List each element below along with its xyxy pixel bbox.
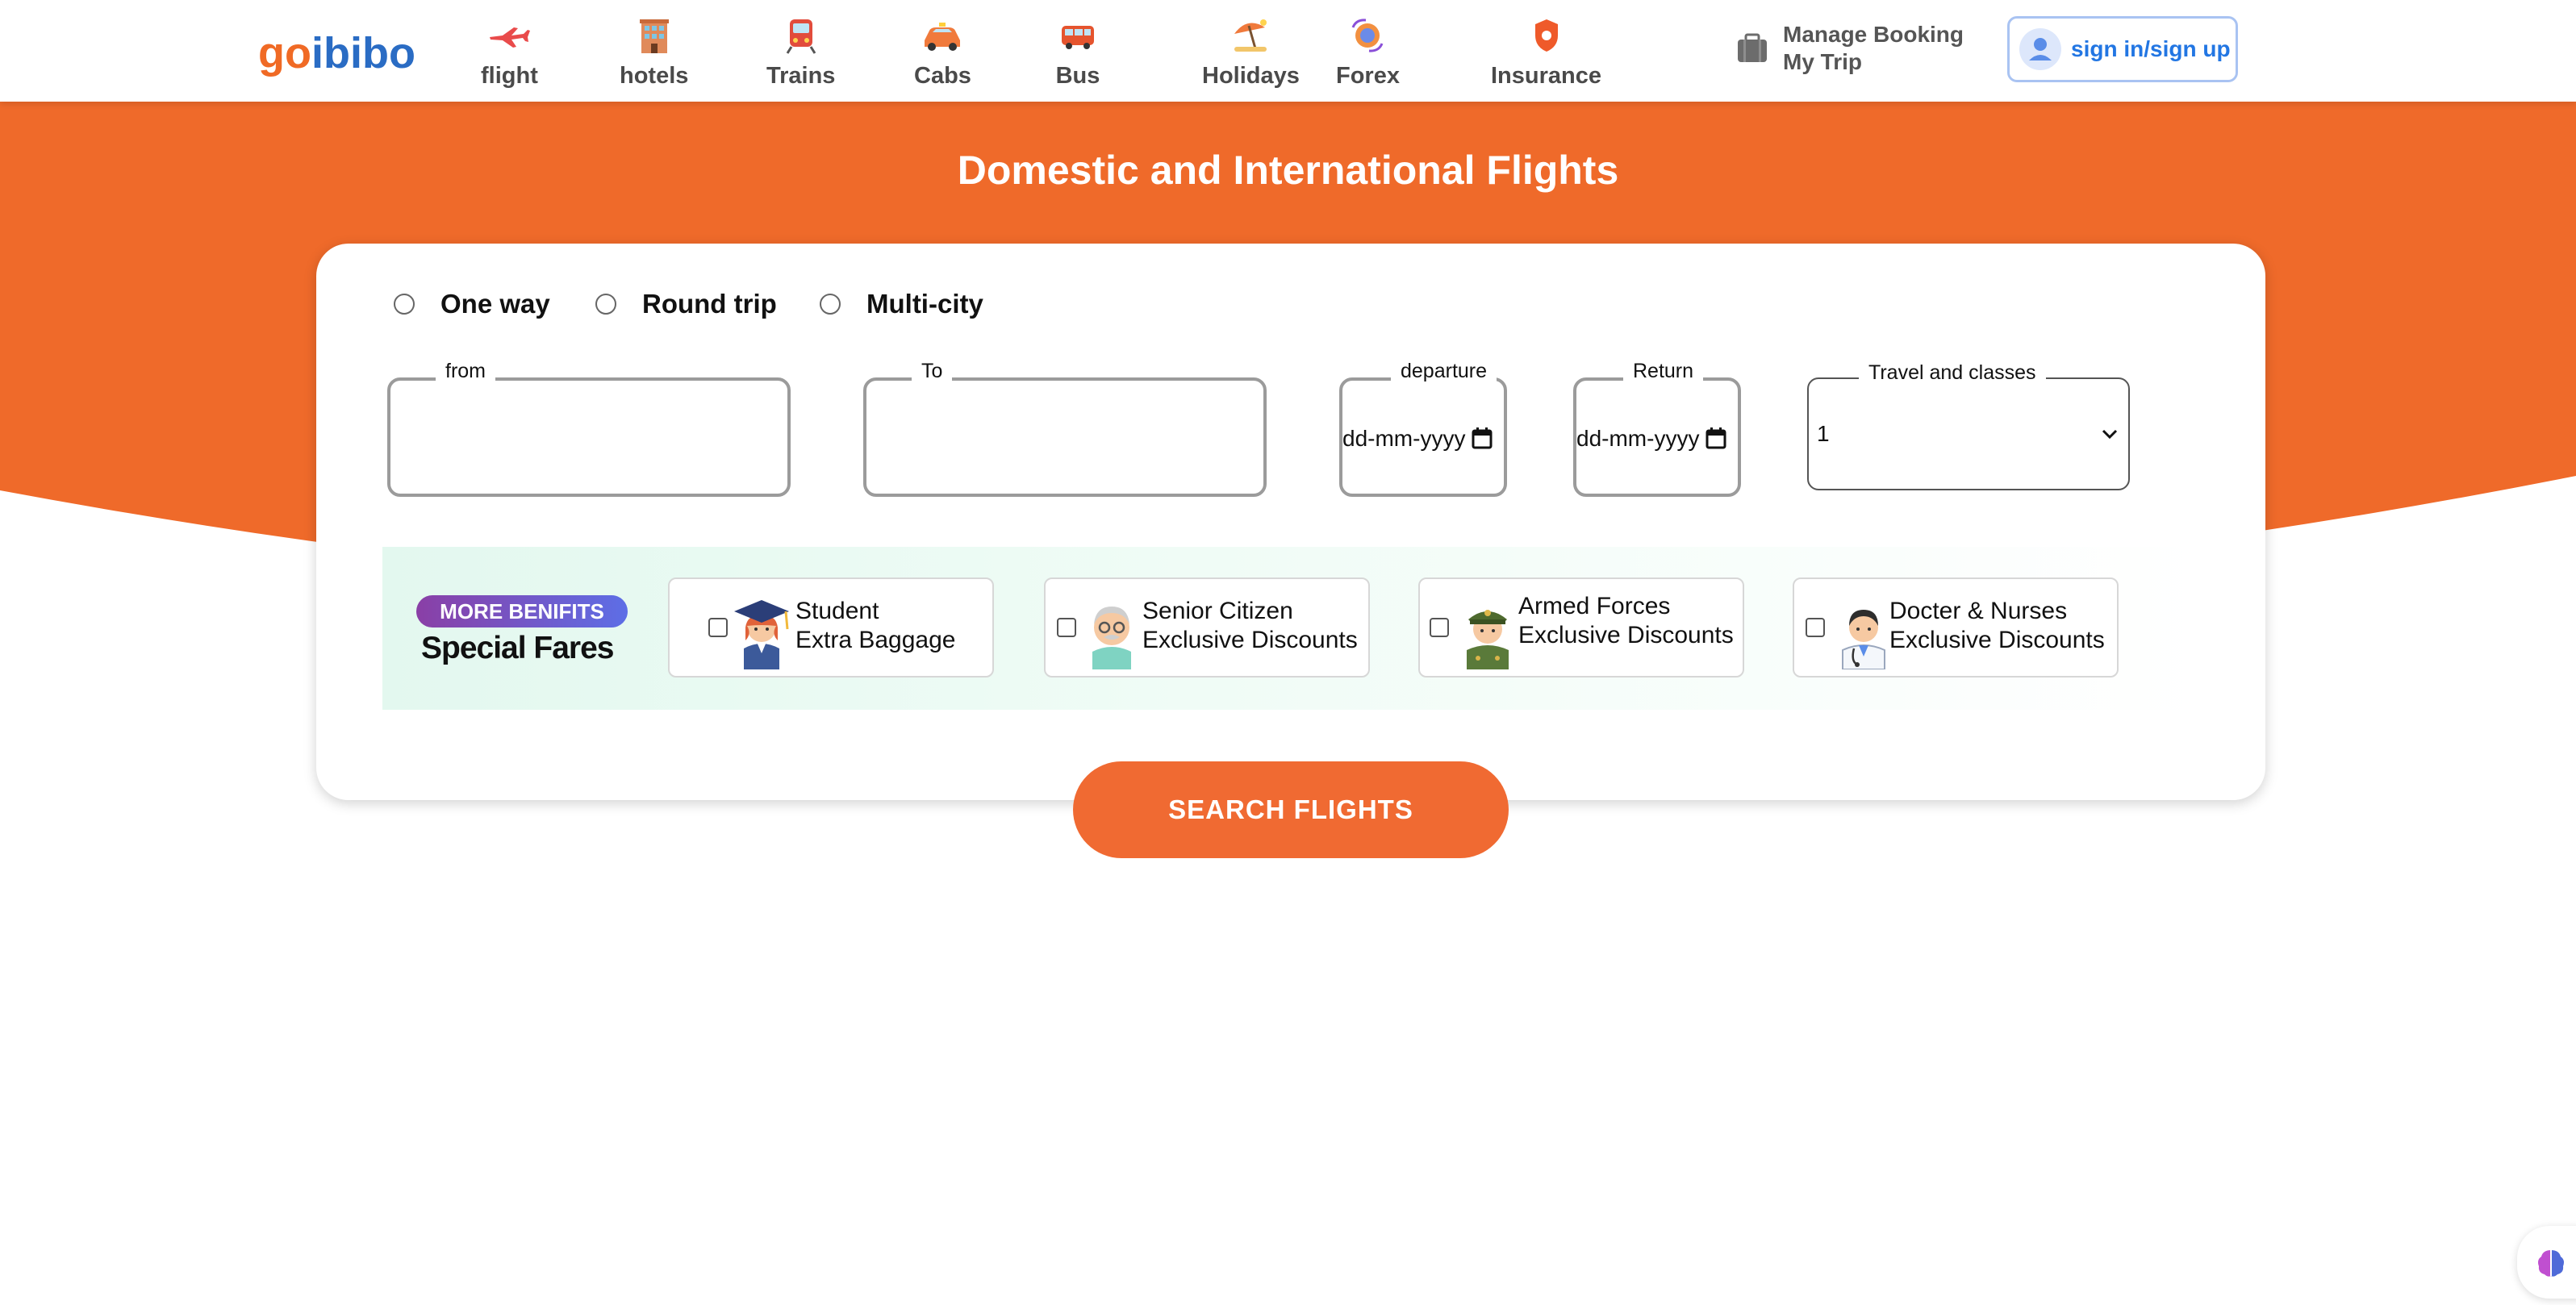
calendar-icon[interactable]	[1472, 427, 1493, 449]
travellers-class-value: 1	[1817, 421, 1830, 446]
departure-label: departure	[1391, 360, 1497, 383]
travellers-class-select[interactable]: Travel and classes 1	[1807, 361, 2130, 490]
logo-letter: o	[285, 29, 311, 77]
fare-option-student[interactable]: Student Extra Baggage	[668, 577, 994, 678]
to-field[interactable]: To	[863, 360, 1267, 497]
nav-item-forex[interactable]: Forex	[1336, 16, 1400, 90]
page-title: Domestic and International Flights	[957, 148, 1619, 193]
senior-citizen-avatar-icon	[1092, 607, 1131, 669]
doctors-nurses-checkbox[interactable]	[1806, 618, 1825, 637]
top-nav-bar: goibibo flight hotels Trains Cabs Bus Ho…	[0, 0, 2576, 102]
car-icon	[925, 23, 961, 51]
nav-item-holidays[interactable]: Holidays	[1202, 16, 1300, 90]
trip-type-one-way[interactable]: One way	[394, 289, 550, 319]
special-fares-panel: MORE BENIFITS Special Fares Student Extra…	[382, 547, 2201, 710]
nav-item-trains[interactable]: Trains	[766, 16, 835, 90]
sign-in-label: sign in/sign up	[2071, 36, 2231, 61]
fare-line-1: Docter & Nurses	[1889, 598, 2068, 624]
multi-city-radio[interactable]	[820, 294, 841, 315]
travellers-class-label: Travel and classes	[1859, 361, 2046, 385]
round-trip-radio[interactable]	[595, 294, 616, 315]
nav-label: hotels	[620, 63, 689, 89]
fare-option-doctors-nurses[interactable]: Docter & Nurses Exclusive Discounts	[1793, 577, 2119, 678]
bus-icon	[1062, 26, 1094, 49]
logo-letter: b	[362, 29, 390, 77]
brain-icon	[2538, 1250, 2564, 1277]
shield-icon	[1534, 19, 1558, 52]
doctor-avatar-icon	[1842, 610, 1885, 669]
flight-search-card: One way Round trip Multi-city from To de…	[316, 244, 2265, 800]
from-label: from	[436, 360, 495, 383]
logo-letter: i	[311, 29, 324, 77]
nav-label: Cabs	[914, 63, 971, 89]
nav-label: Forex	[1336, 63, 1400, 89]
soldier-avatar-icon	[1467, 610, 1509, 669]
nav-item-flight[interactable]: flight	[481, 16, 538, 90]
nav-label: Holidays	[1202, 63, 1300, 89]
nav-item-insurance[interactable]: Insurance	[1491, 16, 1601, 90]
manage-booking-link[interactable]: Manage Booking My Trip	[1735, 21, 1964, 76]
hotel-building-icon	[639, 19, 669, 53]
round-trip-label: Round trip	[642, 289, 777, 319]
beach-umbrella-icon	[1234, 19, 1267, 52]
fare-line-2: Exclusive Discounts	[1518, 622, 1734, 648]
chevron-down-icon	[2102, 429, 2118, 440]
fare-line-1: Armed Forces	[1518, 593, 1671, 619]
return-date-text: dd-mm-yyyy	[1576, 426, 1700, 451]
logo-letter: i	[350, 29, 363, 77]
nav-item-bus[interactable]: Bus	[1055, 16, 1100, 90]
nav-label: flight	[481, 63, 538, 89]
logo-letter: b	[324, 29, 351, 77]
student-checkbox[interactable]	[708, 618, 728, 637]
fare-option-senior-citizen[interactable]: Senior Citizen Exclusive Discounts	[1044, 577, 1370, 678]
logo-letter: g	[258, 29, 285, 77]
departure-date-text: dd-mm-yyyy	[1342, 426, 1466, 451]
return-date-value: dd-mm-yyyy	[1576, 426, 1726, 452]
senior-citizen-checkbox[interactable]	[1057, 618, 1076, 637]
armed-forces-checkbox[interactable]	[1430, 618, 1449, 637]
currency-exchange-icon	[1352, 19, 1384, 52]
nav-label: Trains	[766, 63, 836, 89]
fare-line-2: Extra Baggage	[795, 627, 956, 653]
nav-item-hotels[interactable]: hotels	[620, 16, 688, 90]
departure-date-field[interactable]: departure dd-mm-yyyy	[1339, 360, 1507, 497]
assistant-widget[interactable]	[2517, 1226, 2576, 1299]
return-label: Return	[1623, 360, 1704, 383]
fare-line-2: Exclusive Discounts	[1142, 627, 1358, 653]
fare-line-1: Senior Citizen	[1142, 598, 1293, 624]
trip-type-round-trip[interactable]: Round trip	[595, 289, 777, 319]
nav-label: Insurance	[1491, 63, 1601, 89]
one-way-radio[interactable]	[394, 294, 415, 315]
multi-city-label: Multi-city	[866, 289, 983, 319]
nav-item-cabs[interactable]: Cabs	[914, 16, 971, 90]
calendar-icon[interactable]	[1706, 427, 1726, 449]
train-icon	[786, 19, 816, 54]
fare-line-2: Exclusive Discounts	[1889, 627, 2105, 653]
fare-line-1: Student	[795, 598, 879, 624]
user-avatar-icon	[2019, 28, 2061, 70]
fare-option-armed-forces[interactable]: Armed Forces Exclusive Discounts	[1418, 577, 1744, 678]
logo-letter: o	[389, 29, 416, 77]
my-trip-label: My Trip	[1783, 49, 1863, 74]
trip-type-multi-city[interactable]: Multi-city	[820, 289, 983, 319]
manage-booking-label: Manage Booking	[1783, 22, 1964, 47]
search-flights-button[interactable]: SEARCH FLIGHTS	[1073, 761, 1509, 858]
sign-in-button[interactable]: sign in/sign up	[2007, 16, 2238, 82]
special-fares-title: Special Fares	[421, 631, 614, 665]
student-avatar-icon	[734, 600, 789, 669]
to-label: To	[912, 360, 953, 383]
return-date-field[interactable]: Return dd-mm-yyyy	[1573, 360, 1741, 497]
one-way-label: One way	[440, 289, 550, 319]
nav-label: Bus	[1055, 63, 1100, 89]
briefcase-icon	[1738, 33, 1767, 62]
more-benefits-badge: MORE BENIFITS	[416, 595, 628, 627]
goibibo-logo[interactable]: goibibo	[258, 27, 415, 79]
from-field[interactable]: from	[387, 360, 791, 497]
departure-date-value: dd-mm-yyyy	[1342, 426, 1493, 452]
airplane-icon	[490, 27, 531, 48]
